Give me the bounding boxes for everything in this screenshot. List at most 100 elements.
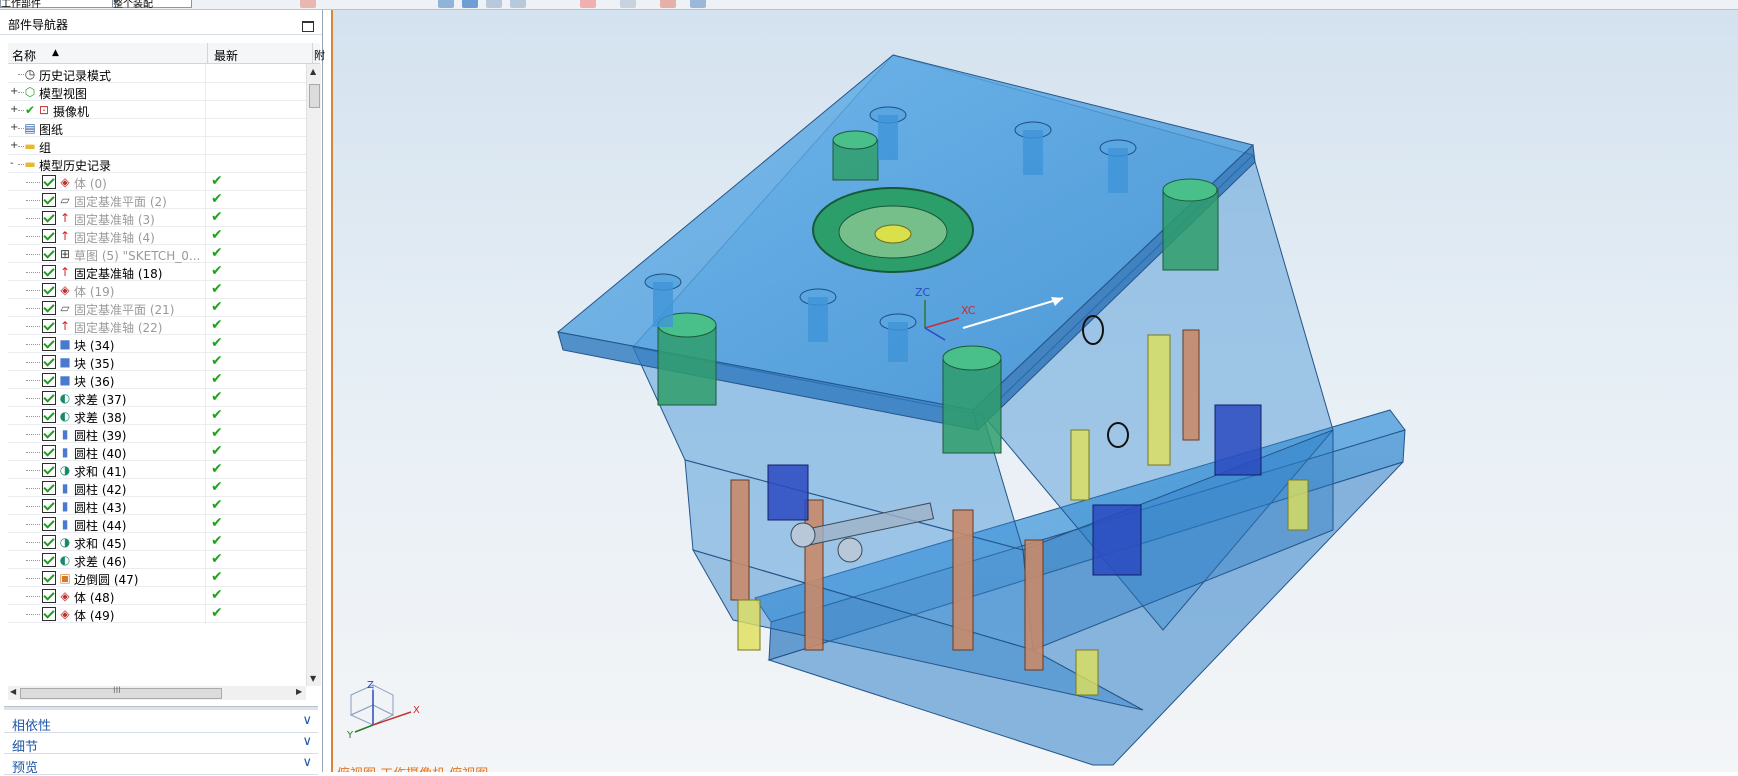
toolbar-button-2[interactable] — [438, 0, 454, 8]
tree-node[interactable]: ■ 块 (35) ✔ — [8, 352, 306, 372]
visibility-checkbox[interactable] — [42, 337, 56, 351]
visibility-checkbox[interactable] — [42, 607, 56, 621]
column-separator[interactable] — [207, 43, 208, 63]
scroll-left-icon[interactable]: ◀ — [10, 687, 16, 696]
visibility-checkbox[interactable] — [42, 373, 56, 387]
tree-node[interactable]: + ✔ ⊡ 摄像机 — [8, 100, 306, 120]
visibility-checkbox[interactable] — [42, 283, 56, 297]
toolbar-button-7[interactable] — [620, 0, 636, 8]
expand-icon[interactable]: + — [10, 87, 18, 97]
scroll-right-icon[interactable]: ▶ — [296, 687, 302, 696]
visibility-checkbox[interactable] — [42, 211, 56, 225]
toolbar-button-6[interactable] — [580, 0, 596, 8]
tree-node[interactable]: ◈ 体 (19) ✔ — [8, 280, 306, 300]
guide-pillar[interactable] — [1162, 178, 1219, 271]
ejector-pin[interactable] — [952, 509, 974, 651]
tree-node[interactable]: ◑ 求和 (41) ✔ — [8, 460, 306, 480]
chevron-down-icon[interactable]: ∨ — [302, 734, 312, 749]
toolbar-button-8[interactable] — [660, 0, 676, 8]
visibility-checkbox[interactable] — [42, 355, 56, 369]
tree-node[interactable]: ▮ 圆柱 (43) ✔ — [8, 496, 306, 516]
scrollbar-thumb[interactable]: III — [20, 686, 222, 699]
tree-node[interactable]: ▮ 圆柱 (39) ✔ — [8, 424, 306, 444]
visibility-checkbox[interactable] — [42, 481, 56, 495]
visibility-checkbox[interactable] — [42, 319, 56, 333]
guide-pillar[interactable] — [942, 345, 1002, 454]
visibility-checkbox[interactable] — [42, 571, 56, 585]
visibility-checkbox[interactable] — [42, 391, 56, 405]
toolbar-button-1[interactable] — [300, 0, 316, 8]
tree-node[interactable]: ↑ 固定基准轴 (4) ✔ — [8, 226, 306, 246]
tree-vertical-scrollbar[interactable]: ▲ ▼ — [306, 64, 321, 686]
panel-details[interactable]: 细节 ∨ — [4, 733, 318, 755]
tree-node[interactable]: ◐ 求差 (37) ✔ — [8, 388, 306, 408]
visibility-checkbox[interactable] — [42, 553, 56, 567]
visibility-checkbox[interactable] — [42, 517, 56, 531]
expand-icon[interactable]: + — [10, 141, 18, 151]
tree-node[interactable]: ◷ 历史记录模式 — [8, 64, 306, 84]
tree-node[interactable]: ◈ 体 (48) ✔ — [8, 586, 306, 606]
scroll-down-icon[interactable]: ▼ — [310, 674, 316, 683]
expand-icon[interactable]: + — [10, 123, 18, 133]
tree-node[interactable]: ◐ 求差 (38) ✔ — [8, 406, 306, 426]
maximize-icon[interactable] — [302, 21, 314, 32]
visibility-checkbox[interactable] — [42, 535, 56, 549]
guide-pillar[interactable] — [832, 130, 879, 181]
visibility-checkbox[interactable] — [42, 265, 56, 279]
tree-node[interactable]: ■ 块 (34) ✔ — [8, 334, 306, 354]
column-separator[interactable] — [312, 43, 313, 63]
chevron-down-icon[interactable]: ∨ — [302, 755, 312, 770]
view-triad[interactable]: Z X Y — [346, 680, 420, 741]
tree-node[interactable]: + ⬡ 模型视图 — [8, 82, 306, 102]
visibility-checkbox[interactable] — [42, 499, 56, 513]
graphics-viewport[interactable]: ZC XC Z X Y 俯视图 工作摄像机 俯视图 — [331, 10, 1738, 772]
tree-node[interactable]: ▱ 固定基准平面 (2) ✔ — [8, 190, 306, 210]
visibility-checkbox[interactable] — [42, 175, 56, 189]
toolbar-button-5[interactable] — [510, 0, 526, 8]
tree-node[interactable]: + ▤ 图纸 — [8, 118, 306, 138]
ejector-pin[interactable] — [730, 479, 750, 601]
column-name[interactable]: 名称 — [12, 47, 36, 64]
column-attachment[interactable]: 附 — [314, 47, 325, 63]
collapse-icon[interactable]: - — [10, 159, 17, 169]
tree-node[interactable]: ◈ 体 (49) ✔ — [8, 604, 306, 624]
toolbar-button-4[interactable] — [486, 0, 502, 8]
visibility-checkbox[interactable] — [42, 427, 56, 441]
visibility-checkbox[interactable] — [42, 445, 56, 459]
expand-icon[interactable]: + — [10, 105, 18, 115]
tree-node[interactable]: ◑ 求和 (45) ✔ — [8, 532, 306, 552]
toolbar-button-3[interactable] — [462, 0, 478, 8]
tree-node[interactable]: ↑ 固定基准轴 (22) ✔ — [8, 316, 306, 336]
ejector-pin[interactable] — [804, 499, 824, 651]
tree-node[interactable]: ▮ 圆柱 (44) ✔ — [8, 514, 306, 534]
scroll-up-icon[interactable]: ▲ — [310, 67, 316, 76]
tree-node[interactable]: ⊞ 草图 (5) "SKETCH_0... ✔ — [8, 244, 306, 264]
visibility-checkbox[interactable] — [42, 247, 56, 261]
scrollbar-thumb[interactable] — [309, 84, 320, 108]
visibility-checkbox[interactable] — [42, 409, 56, 423]
visibility-checkbox[interactable] — [42, 229, 56, 243]
tree-node[interactable]: - ▬ 模型历史记录 — [8, 154, 306, 174]
tree-node[interactable]: ↑ 固定基准轴 (3) ✔ — [8, 208, 306, 228]
sort-ascending-icon[interactable]: ▲ — [52, 48, 59, 58]
column-latest[interactable]: 最新 — [214, 47, 238, 64]
tree-node[interactable]: ▣ 边倒圆 (47) ✔ — [8, 568, 306, 588]
chevron-down-icon[interactable]: ∨ — [302, 713, 312, 728]
tree-node[interactable]: ↑ 固定基准轴 (18) ✔ — [8, 262, 306, 282]
ejector-pin[interactable] — [1024, 539, 1044, 671]
assembly-scope-combo[interactable]: 整个装配 — [112, 0, 192, 9]
locating-ring[interactable] — [812, 187, 974, 273]
visibility-checkbox[interactable] — [42, 193, 56, 207]
panel-dependencies[interactable]: 相依性 ∨ — [4, 712, 318, 734]
panel-separator[interactable] — [4, 706, 318, 710]
toolbar-button-9[interactable] — [690, 0, 706, 8]
mold-assembly-model[interactable]: ZC XC Z X Y — [333, 10, 1738, 772]
visibility-checkbox[interactable] — [42, 589, 56, 603]
visibility-checkbox[interactable] — [42, 463, 56, 477]
visibility-checkbox[interactable] — [42, 301, 56, 315]
tree-node[interactable]: ■ 块 (36) ✔ — [8, 370, 306, 390]
tree-node[interactable]: ◐ 求差 (46) ✔ — [8, 550, 306, 570]
tree-node[interactable]: ▱ 固定基准平面 (21) ✔ — [8, 298, 306, 318]
tree-node[interactable]: ▮ 圆柱 (42) ✔ — [8, 478, 306, 498]
tree-node[interactable]: + ▬ 组 — [8, 136, 306, 156]
